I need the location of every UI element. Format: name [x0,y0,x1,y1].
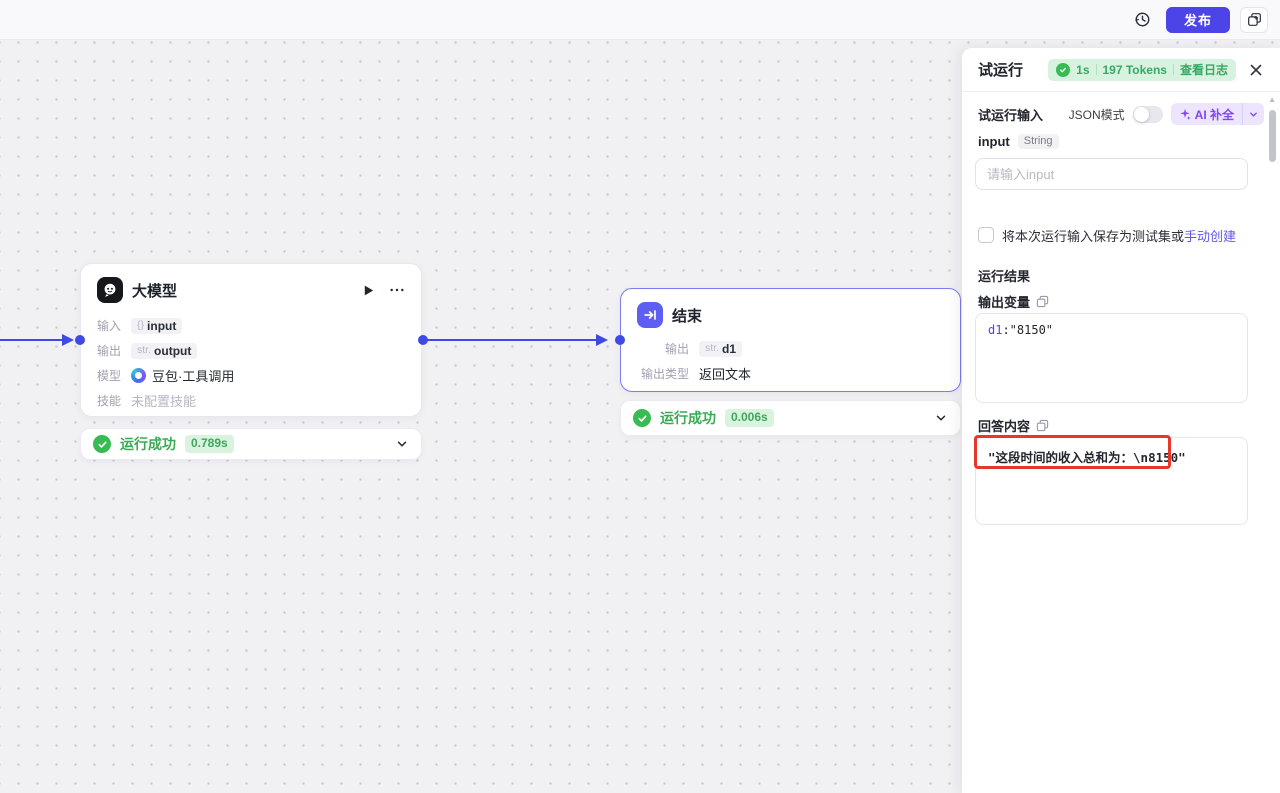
llm-skill-label: 技能 [97,392,121,409]
llm-skill-row: 技能 未配置技能 [81,388,421,413]
llm-model-label: 模型 [97,367,121,384]
llm-input-label: 输入 [97,317,121,334]
topbar: 发布 [0,0,1280,40]
llm-node-status[interactable]: 运行成功 0.789s [80,428,422,460]
end-node-header: 结束 [621,289,960,334]
json-mode-toggle[interactable] [1133,106,1163,123]
close-icon[interactable] [1244,58,1268,82]
panel-header: 试运行 1s 197 Tokens 查看日志 [962,48,1280,92]
llm-model-value: 豆包·工具调用 [131,366,234,385]
end-output-type-value: 返回文本 [699,364,751,383]
save-testset-text: 将本次运行输入保存为测试集或 [1002,226,1184,245]
open-windows-icon[interactable] [1240,7,1268,33]
string-type-icon: str. [705,343,719,354]
json-mode-label: JSON模式 [1069,106,1125,123]
panel-body: 试运行输入 JSON模式 AI 补全 [962,102,1280,525]
run-node-play-icon[interactable] [362,284,375,297]
string-type-icon: str. [137,345,151,356]
input-field[interactable] [975,158,1248,190]
field-type-badge: String [1018,134,1059,149]
field-header-row: input String [978,132,1264,150]
llm-output-row: 输出 str. output [81,338,421,363]
run-summary-badge: 1s 197 Tokens 查看日志 [1048,59,1236,81]
llm-bot-icon [97,277,123,303]
output-var-header: 输出变量 [978,293,1264,309]
end-output-row: 输出 str. d1 [621,336,960,361]
output-var-label: 输出变量 [978,292,1030,311]
doubao-model-icon [131,368,146,383]
test-input-label: 试运行输入 [978,105,1061,124]
sparkle-icon [1179,108,1191,120]
badge-divider [1096,64,1097,75]
view-logs-link[interactable]: 查看日志 [1180,61,1228,78]
success-check-icon [633,409,651,427]
output-key: d1 [988,323,1002,337]
answer-label: 回答内容 [978,416,1030,435]
run-result-header: 运行结果 [978,267,1264,283]
llm-input-pill: {} input [131,318,182,334]
end-node[interactable]: 结束 输出 str. d1 输出类型 返回文本 [620,288,961,392]
test-run-panel: 试运行 1s 197 Tokens 查看日志 试运行输入 JSON模式 [962,48,1280,793]
object-type-icon: {} [137,320,144,331]
output-variables-box[interactable]: d1:"8150" [975,313,1248,403]
end-node-title: 结束 [672,305,944,326]
answer-text: "这段时间的收入总和为：\n8150" [988,450,1186,465]
more-icon[interactable] [389,283,405,297]
save-testset-row: 将本次运行输入保存为测试集或手动创建 [978,227,1264,243]
end-output-label: 输出 [637,340,689,357]
answer-content-box[interactable]: "这段时间的收入总和为：\n8150" [975,437,1248,525]
run-time: 1s [1076,63,1089,77]
end-input-port[interactable] [615,335,625,345]
ai-complete-button[interactable]: AI 补全 [1171,103,1264,125]
scrollbar-up-arrow[interactable]: ▲ [1268,96,1276,104]
panel-title: 试运行 [978,59,1040,80]
save-testset-checkbox[interactable] [978,227,994,243]
llm-model-row: 模型 豆包·工具调用 [81,363,421,388]
chevron-down-icon[interactable] [395,437,409,451]
panel-scrollbar[interactable] [1269,110,1276,162]
llm-skill-value: 未配置技能 [131,391,196,410]
copy-icon[interactable] [1036,419,1049,432]
llm-input-row: 输入 {} input [81,313,421,338]
llm-output-pill: str. output [131,343,197,359]
llm-output-label: 输出 [97,342,121,359]
success-check-icon [1056,63,1070,77]
success-check-icon [93,435,111,453]
windows-glyph [1247,12,1262,27]
output-value: :"8150" [1002,323,1053,337]
history-icon[interactable] [1130,7,1156,33]
clock-history-glyph [1134,11,1151,28]
llm-node-title: 大模型 [132,280,353,301]
copy-icon[interactable] [1036,295,1049,308]
end-output-pill: str. d1 [699,341,742,357]
run-result-title: 运行结果 [978,266,1030,285]
app-root: 发布 [0,0,1280,793]
end-node-status[interactable]: 运行成功 0.006s [620,400,961,436]
ai-chevron-down-icon[interactable] [1243,109,1264,120]
answer-header: 回答内容 [978,417,1264,433]
llm-node-header: 大模型 [81,264,421,309]
end-status-time: 0.006s [725,409,774,426]
llm-status-time: 0.789s [185,435,234,452]
manual-create-link[interactable]: 手动创建 [1184,226,1236,245]
end-output-type-label: 输出类型 [637,365,689,382]
publish-button[interactable]: 发布 [1166,7,1230,33]
llm-node[interactable]: 大模型 输入 {} input [80,263,422,417]
chevron-down-icon[interactable] [934,411,948,425]
end-output-type-row: 输出类型 返回文本 [621,361,960,386]
badge-divider [1173,64,1174,75]
end-node-icon [637,302,663,328]
field-name: input [978,134,1010,149]
llm-input-port[interactable] [75,335,85,345]
llm-status-label: 运行成功 [120,434,176,454]
llm-output-port[interactable] [418,335,428,345]
end-status-label: 运行成功 [660,408,716,428]
token-count: 197 Tokens [1103,63,1167,77]
input-config-row: 试运行输入 JSON模式 AI 补全 [978,102,1264,126]
